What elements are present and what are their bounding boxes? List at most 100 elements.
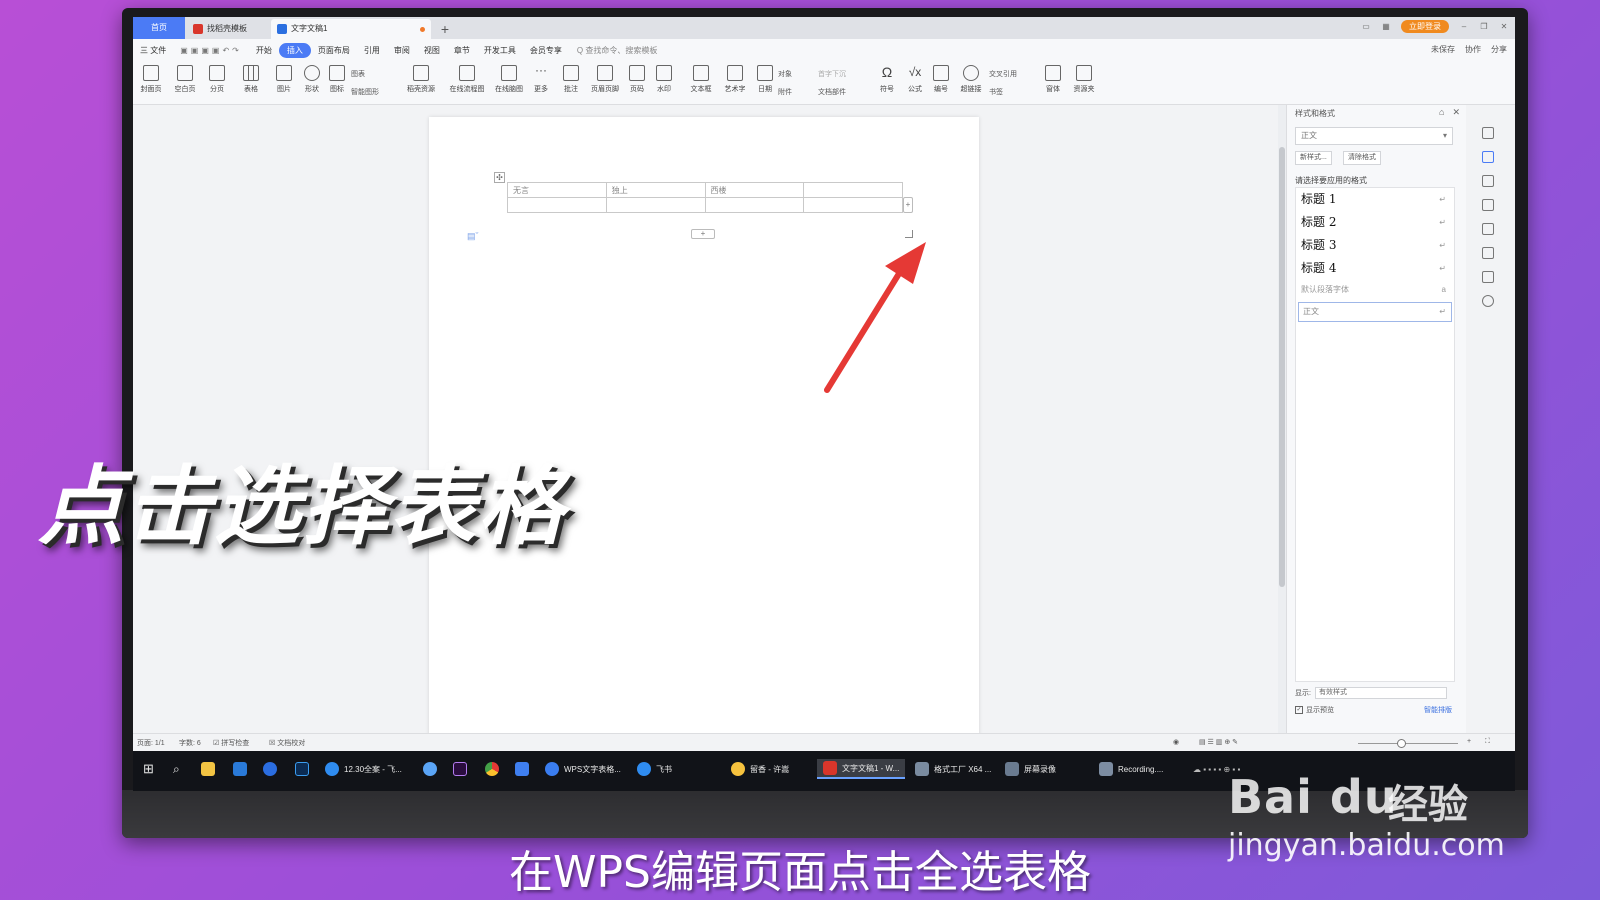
cover-page-button[interactable]: 封面页 bbox=[135, 65, 167, 94]
search-icon[interactable]: ⌕ bbox=[173, 759, 180, 779]
grid-icon[interactable]: ▦ bbox=[1381, 22, 1391, 31]
hyperlink-button[interactable]: 超链接 bbox=[955, 65, 987, 94]
menu-section[interactable]: 章节 bbox=[447, 45, 477, 56]
menu-home[interactable]: 开始 bbox=[249, 45, 279, 56]
taskbar-app-wps-document[interactable]: 文字文稿1 - W... bbox=[817, 759, 906, 779]
zoom-slider-knob[interactable] bbox=[1397, 739, 1406, 748]
new-tab-button[interactable]: + bbox=[435, 19, 455, 39]
login-button[interactable]: 立即登录 bbox=[1401, 20, 1449, 33]
document-table[interactable]: 无言 独上 西楼 bbox=[507, 182, 903, 213]
new-style-button[interactable]: 新样式... bbox=[1295, 151, 1332, 165]
style-heading-3[interactable]: 标题 3 ↵ bbox=[1296, 234, 1454, 257]
more-button[interactable]: ··· 更多 bbox=[525, 64, 557, 94]
table-cell[interactable]: 无言 bbox=[507, 182, 607, 198]
menu-view[interactable]: 视图 bbox=[417, 45, 447, 56]
add-column-button[interactable]: + bbox=[903, 197, 913, 213]
table-cell[interactable] bbox=[704, 197, 805, 213]
table-cell[interactable] bbox=[507, 197, 607, 213]
table-cell[interactable] bbox=[605, 197, 706, 213]
flowchart-button[interactable]: 在线流程图 bbox=[447, 65, 487, 94]
zoom-in-icon[interactable]: + bbox=[1467, 738, 1471, 745]
help-rail-icon[interactable] bbox=[1482, 295, 1494, 307]
premiere-icon[interactable] bbox=[453, 759, 467, 779]
proofread-button[interactable]: ☒ 文档校对 bbox=[269, 738, 305, 748]
table-resize-handle-icon[interactable] bbox=[905, 230, 913, 238]
panel-close-icon[interactable]: ✕ bbox=[1452, 107, 1460, 118]
drop-cap-button[interactable]: 首字下沉 bbox=[818, 69, 846, 79]
add-row-button[interactable]: + bbox=[691, 229, 715, 239]
styles-rail-icon[interactable] bbox=[1482, 127, 1494, 139]
share-button[interactable]: 分享 bbox=[1491, 44, 1507, 55]
table-cell[interactable] bbox=[803, 182, 903, 198]
header-footer-button[interactable]: 页眉页脚 bbox=[587, 65, 623, 94]
book-rail-icon[interactable] bbox=[1482, 271, 1494, 283]
bird-app-icon[interactable] bbox=[515, 759, 529, 779]
table-cell[interactable]: 独上 bbox=[605, 182, 706, 198]
mindmap-button[interactable]: 在线脑图 bbox=[491, 65, 527, 94]
tab-template[interactable]: 找稻壳模板 bbox=[187, 19, 269, 39]
doc-parts-button[interactable]: 文档部件 bbox=[818, 87, 846, 97]
photoshop-icon[interactable] bbox=[295, 759, 309, 779]
chrome-icon[interactable] bbox=[485, 759, 499, 779]
table-button[interactable]: 表格 bbox=[235, 65, 267, 94]
taskbar-app-music[interactable]: 留香 - 许嵩 bbox=[731, 759, 789, 779]
taskbar-app-wps-tutorial[interactable]: WPS文字表格... bbox=[545, 759, 621, 779]
layout-icon[interactable]: ▭ bbox=[1361, 22, 1371, 31]
menu-file[interactable]: 三 文件 bbox=[133, 45, 173, 56]
cross-reference-button[interactable]: 交叉引用 bbox=[989, 69, 1017, 79]
table-cell[interactable] bbox=[803, 197, 903, 213]
restore-icon[interactable]: ❐ bbox=[1479, 22, 1489, 31]
menu-insert[interactable]: 插入 bbox=[278, 42, 311, 58]
view-modes-icons[interactable]: ▤ ☰ ▥ ⊕ ✎ bbox=[1199, 738, 1238, 746]
zoom-slider[interactable] bbox=[1358, 743, 1458, 744]
tab-home[interactable]: 首页 bbox=[133, 17, 185, 39]
menu-member[interactable]: 会员专享 bbox=[523, 45, 569, 56]
current-style-select[interactable]: 正文 ▾ bbox=[1295, 127, 1453, 145]
blank-page-button[interactable]: 空白页 bbox=[169, 65, 201, 94]
clear-format-button[interactable]: 清除格式 bbox=[1343, 151, 1381, 165]
browser-2-icon[interactable] bbox=[423, 759, 437, 779]
object-button[interactable]: 对象 bbox=[778, 69, 792, 79]
pin-icon[interactable]: ⌂ bbox=[1439, 107, 1444, 118]
menu-review[interactable]: 审阅 bbox=[387, 45, 417, 56]
icon-button[interactable]: 图标 bbox=[321, 65, 353, 94]
date-button[interactable]: 日期 bbox=[749, 65, 781, 94]
taskbar-app-screen-recorder[interactable]: 屏幕录像 bbox=[1005, 759, 1056, 779]
select-rail-icon[interactable] bbox=[1482, 175, 1494, 187]
edit-rail-icon[interactable] bbox=[1482, 151, 1494, 163]
location-rail-icon[interactable] bbox=[1482, 247, 1494, 259]
panel-title[interactable]: 样式和格式 bbox=[1295, 108, 1335, 119]
taskbar-app-format-factory[interactable]: 格式工厂 X64 ... bbox=[915, 759, 991, 779]
document-page[interactable]: ✣ 无言 独上 西楼 + + ▤ˇ bbox=[429, 117, 979, 737]
form-button[interactable]: 窗体 bbox=[1037, 65, 1069, 94]
menu-references[interactable]: 引用 bbox=[357, 45, 387, 56]
eye-protect-icon[interactable]: ◉ bbox=[1173, 738, 1179, 746]
preview-toggle[interactable]: ✓ 显示预览 bbox=[1295, 705, 1334, 715]
spellcheck-toggle[interactable]: ☑ 拼写检查 bbox=[213, 738, 249, 748]
style-body[interactable]: 正文 ↵ bbox=[1298, 302, 1452, 322]
style-default-font[interactable]: 默认段落字体 a bbox=[1296, 280, 1454, 300]
show-select[interactable]: 有效样式 bbox=[1314, 687, 1447, 699]
style-heading-2[interactable]: 标题 2 ↵ bbox=[1296, 211, 1454, 234]
paragraph-options-icon[interactable]: ▤ˇ bbox=[467, 231, 479, 242]
minimize-icon[interactable]: – bbox=[1459, 22, 1469, 31]
style-heading-4[interactable]: 标题 4 ↵ bbox=[1296, 257, 1454, 280]
smart-layout-link[interactable]: 智能排版 bbox=[1424, 705, 1452, 715]
taskbar-app-feishu[interactable]: 飞书 bbox=[637, 759, 672, 779]
textbox-button[interactable]: 文本框 bbox=[685, 65, 717, 94]
collaborate-button[interactable]: 协作 bbox=[1465, 44, 1481, 55]
menu-developer[interactable]: 开发工具 bbox=[477, 45, 523, 56]
table-cell[interactable]: 西楼 bbox=[704, 182, 805, 198]
resource-folder-button[interactable]: 资源夹 bbox=[1068, 65, 1100, 94]
image-rail-icon[interactable] bbox=[1482, 223, 1494, 235]
bookmark-button[interactable]: 书签 bbox=[989, 87, 1003, 97]
command-search[interactable]: Q 查找命令、搜索模板 bbox=[577, 45, 657, 56]
style-heading-1[interactable]: 标题 1 ↵ bbox=[1296, 188, 1454, 211]
chart-button[interactable]: 图表 bbox=[351, 69, 365, 79]
windows-start-icon[interactable]: ⊞ bbox=[143, 759, 154, 779]
table-move-handle-icon[interactable]: ✣ bbox=[494, 172, 505, 183]
docer-resource-button[interactable]: 稻壳资源 bbox=[405, 65, 437, 94]
attachment-button[interactable]: 附件 bbox=[778, 87, 792, 97]
page-break-button[interactable]: 分页 bbox=[201, 65, 233, 94]
wordart-button[interactable]: 艺术字 bbox=[719, 65, 751, 94]
